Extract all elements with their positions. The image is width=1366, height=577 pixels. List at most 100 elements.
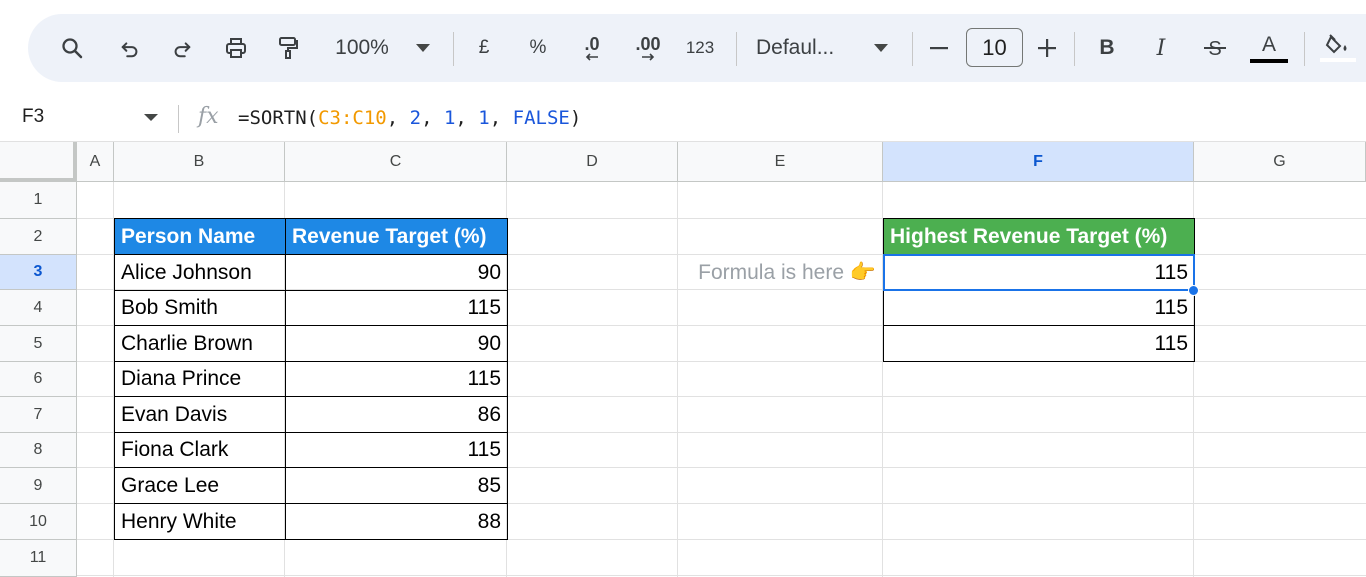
table-cell-value[interactable]: 90 [285,254,508,291]
fx-icon: fx [198,104,219,129]
italic-label: I [1156,35,1166,61]
selection-outline [883,254,1195,291]
arrow-left-icon [585,53,598,61]
column-header-d[interactable]: D [507,142,678,182]
row-header-11[interactable]: 11 [0,540,77,577]
gridline [677,182,678,577]
table-cell-name[interactable]: Charlie Brown [114,325,286,362]
formula-separator: , [489,107,513,129]
chevron-down-icon[interactable] [870,14,892,82]
decrease-decimal-label: .0 [584,34,600,54]
text-color-letter: A [1261,32,1276,56]
toolbar-divider [912,32,913,66]
decrease-decimal-button[interactable]: .0 [572,14,612,82]
table-cell-value[interactable]: 86 [285,396,508,433]
table-cell-value[interactable]: 85 [285,467,508,504]
formula-note[interactable]: Formula is here 👉 [678,255,882,290]
formula-function: =SORTN( [238,107,319,129]
redo-icon[interactable] [164,14,200,82]
zoom-select[interactable]: 100% [326,14,398,82]
italic-button[interactable]: I [1148,14,1174,82]
table-header-person-name[interactable]: Person Name [114,218,286,255]
table-cell-name[interactable]: Fiona Clark [114,432,286,468]
minus-icon[interactable] [926,14,952,82]
table-cell-name[interactable]: Bob Smith [114,290,286,326]
chevron-down-icon[interactable] [412,14,434,82]
table-cell-value[interactable]: 115 [285,432,508,468]
select-all-corner[interactable] [0,142,77,182]
name-box[interactable]: F3 [22,106,44,128]
formula-bar-divider [178,105,179,133]
table-header-revenue-target[interactable]: Revenue Target (%) [285,218,508,255]
row-header-10[interactable]: 10 [0,504,77,540]
table-header-highest-revenue[interactable]: Highest Revenue Target (%) [883,218,1195,255]
strikethrough-icon[interactable]: S [1200,14,1230,82]
formula-separator: , [455,107,479,129]
fill-handle[interactable] [1188,285,1199,296]
plus-icon[interactable] [1034,14,1060,82]
percent-label: % [529,37,547,58]
toolbar-divider [453,32,454,66]
gridline [77,575,1366,576]
formula-arg: 1 [443,107,456,129]
table-cell-name[interactable]: Evan Davis [114,396,286,433]
text-color-bar [1250,58,1288,63]
column-header-a[interactable]: A [77,142,114,182]
percent-button[interactable]: % [524,14,552,82]
toolbar-divider [1074,32,1075,66]
column-header-e[interactable]: E [678,142,883,182]
toolbar-divider [1304,32,1305,66]
increase-decimal-button[interactable]: .00 [628,14,668,82]
row-header-2[interactable]: 2 [0,219,77,255]
column-header-f[interactable]: F [883,142,1194,182]
font-size-input[interactable]: 10 [966,28,1023,67]
number-format-label: 123 [685,38,715,57]
row-header-9[interactable]: 9 [0,468,77,504]
search-icon[interactable] [54,14,90,82]
table-cell-value[interactable]: 88 [285,503,508,540]
formula-arg: 1 [478,107,490,129]
formula-separator: , [421,107,444,129]
chevron-down-icon[interactable] [144,114,158,121]
print-icon[interactable] [218,14,254,82]
row-header-4[interactable]: 4 [0,290,77,326]
paint-format-icon[interactable] [270,14,306,82]
table-cell-name[interactable]: Diana Prince [114,361,286,397]
row-header-6[interactable]: 6 [0,362,77,397]
formula-input[interactable]: =SORTN(C3:C10, 2, 1, 1, FALSE) [238,107,581,129]
toolbar-area: 100% £ % .0 .00 123 Defaul... 10 B I S A [0,0,1366,96]
row-header-8[interactable]: 8 [0,433,77,468]
fill-color-icon[interactable] [1318,14,1358,82]
result-cell[interactable]: 115 [883,325,1195,362]
table-cell-value[interactable]: 115 [285,361,508,397]
formula-arg: FALSE [512,107,570,129]
number-format-button[interactable]: 123 [680,14,720,82]
arrow-right-icon [642,53,655,61]
undo-icon[interactable] [112,14,148,82]
table-cell-value[interactable]: 115 [285,290,508,326]
currency-label: £ [478,37,490,58]
table-cell-name[interactable]: Alice Johnson [114,254,286,291]
formula-range: C3:C10 [318,107,387,129]
column-header-c[interactable]: C [285,142,507,182]
row-header-1[interactable]: 1 [0,182,77,219]
row-header-5[interactable]: 5 [0,326,77,362]
formula-close-paren: ) [569,107,582,129]
column-header-b[interactable]: B [114,142,285,182]
bold-button[interactable]: B [1094,14,1120,82]
fill-color-bar [1320,58,1356,62]
table-cell-name[interactable]: Grace Lee [114,467,286,504]
row-header-3[interactable]: 3 [0,255,77,290]
table-cell-name[interactable]: Henry White [114,503,286,540]
row-header-7[interactable]: 7 [0,397,77,433]
toolbar: 100% £ % .0 .00 123 Defaul... 10 B I S A [28,14,1366,82]
table-cell-value[interactable]: 90 [285,325,508,362]
font-family-select[interactable]: Defaul... [756,14,854,82]
currency-button[interactable]: £ [472,14,496,82]
column-header-g[interactable]: G [1194,142,1366,182]
font-family-value: Defaul... [756,36,835,59]
result-cell[interactable]: 115 [883,290,1195,326]
zoom-value: 100% [335,36,389,59]
bold-label: B [1099,36,1115,59]
text-color-button[interactable]: A [1248,14,1290,82]
